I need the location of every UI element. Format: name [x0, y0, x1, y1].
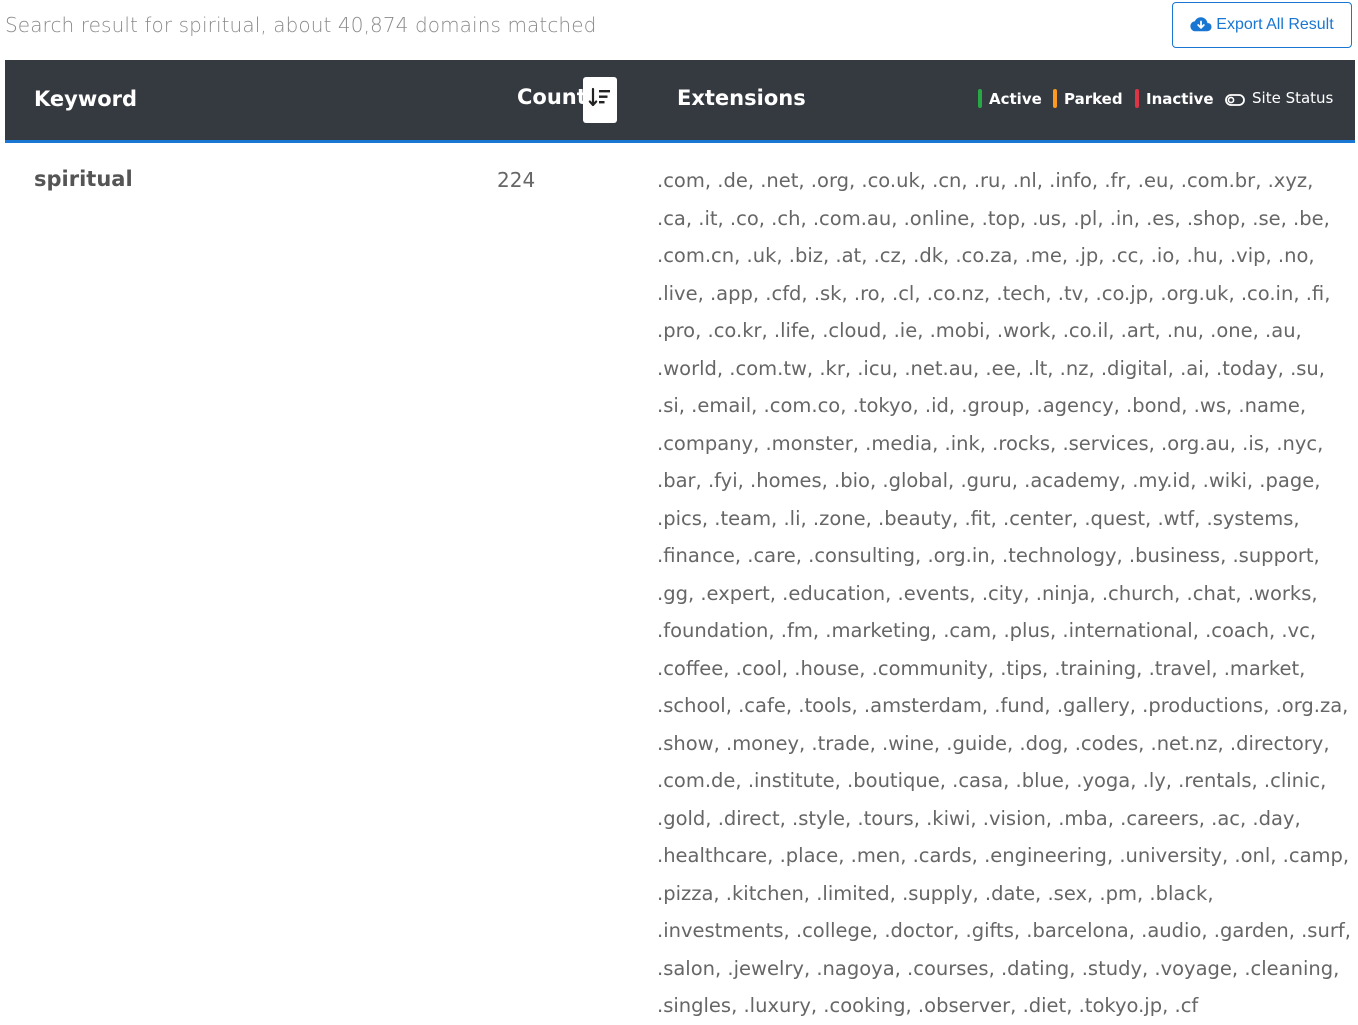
sort-descending-icon: [588, 86, 612, 115]
extensions-cell: .com, .de, .net, .org, .co.uk, .cn, .ru,…: [657, 169, 1351, 1017]
inactive-color-bar: [1135, 89, 1139, 108]
legend-parked: Parked: [1053, 89, 1123, 108]
legend-inactive: Inactive: [1135, 89, 1214, 108]
export-all-button[interactable]: Export All Result: [1172, 2, 1352, 48]
count-cell: 224: [497, 168, 536, 192]
legend-parked-label: Parked: [1064, 89, 1123, 108]
result-summary: Search result for spiritual, about 40,87…: [5, 13, 597, 37]
export-all-label: Export All Result: [1216, 16, 1334, 33]
legend-active-label: Active: [989, 89, 1042, 108]
sort-count-button[interactable]: [583, 77, 617, 123]
results-toolbar: Search result for spiritual, about 40,87…: [0, 0, 1358, 58]
column-header-count: Count: [517, 85, 587, 109]
keyword-cell: spiritual: [34, 167, 133, 191]
cloud-download-icon: [1190, 16, 1212, 34]
table-row: spiritual 224 .com, .de, .net, .org, .co…: [5, 143, 1355, 1017]
active-color-bar: [978, 89, 982, 108]
legend-inactive-label: Inactive: [1146, 89, 1214, 108]
toggle-icon: [1225, 92, 1245, 106]
column-header-extensions: Extensions: [677, 86, 806, 110]
parked-color-bar: [1053, 89, 1057, 108]
table-header: Keyword Count Extensions Active Parked I…: [5, 60, 1355, 143]
site-status-toggle[interactable]: Site Status: [1225, 89, 1333, 107]
column-header-keyword: Keyword: [34, 87, 138, 111]
site-status-label: Site Status: [1252, 89, 1334, 107]
legend-active: Active: [978, 89, 1042, 108]
